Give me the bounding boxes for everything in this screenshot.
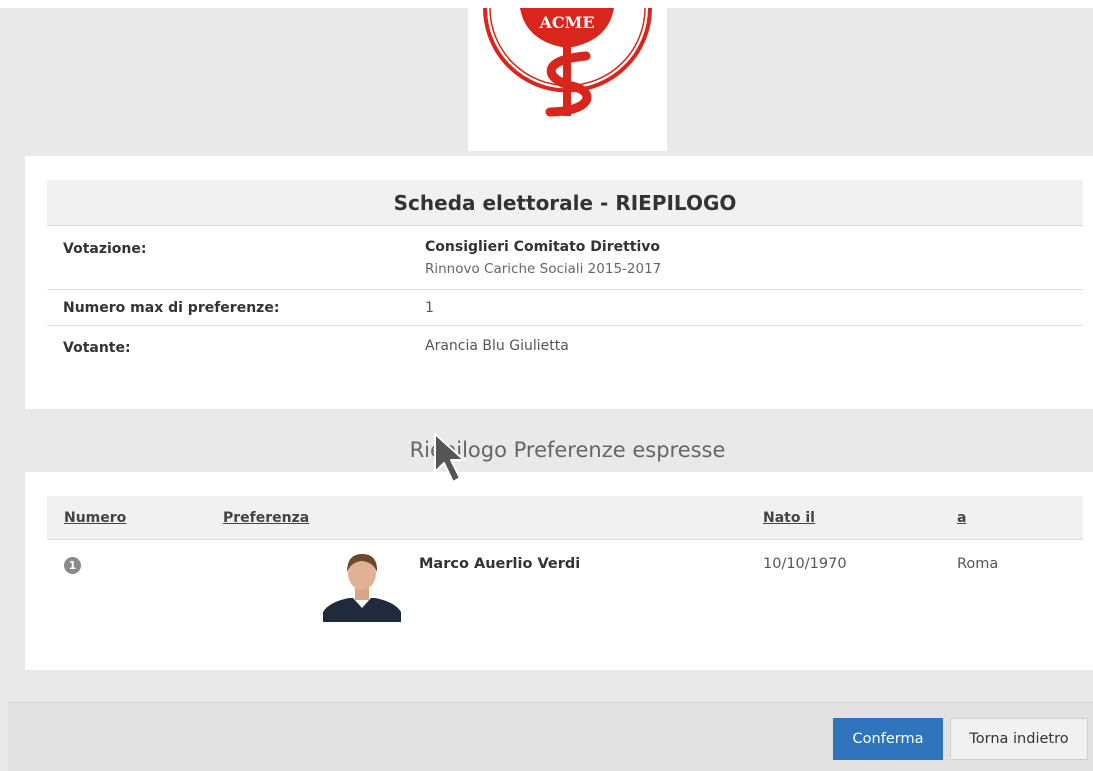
logo: ACME [468, 8, 667, 151]
column-header-nato-il[interactable]: Nato il [763, 510, 815, 526]
summary-value: Arancia Blu Giulietta [425, 338, 569, 354]
summary-row-votazione: Votazione: Consiglieri Comitato Direttiv… [47, 226, 1083, 290]
candidate-birth-date: 10/10/1970 [763, 556, 847, 572]
summary-label: Votazione: [63, 241, 147, 257]
summary-card: Scheda elettorale - RIEPILOGO Votazione:… [25, 156, 1093, 409]
column-header-preferenza[interactable]: Preferenza [223, 510, 309, 526]
preferences-heading: Riepilogo Preferenze espresse [409, 438, 726, 462]
votazione-subtitle: Rinnovo Cariche Sociali 2015-2017 [425, 261, 662, 277]
preferences-card: Numero Preferenza Nato il a 1 Marco Auer… [25, 472, 1093, 670]
back-button[interactable]: Torna indietro [950, 718, 1088, 760]
column-header-a[interactable]: a [957, 510, 966, 526]
summary-row-max-preferenze: Numero max di preferenze: 1 [47, 290, 1083, 326]
candidate-birth-place: Roma [957, 556, 999, 572]
summary-label: Votante: [63, 340, 131, 356]
summary-row-votante: Votante: Arancia Blu Giulietta [47, 326, 1083, 366]
summary-value: 1 [425, 300, 434, 316]
votazione-title: Consiglieri Comitato Direttivo [425, 239, 661, 255]
summary-title: Scheda elettorale - RIEPILOGO [47, 180, 1083, 226]
table-row: 1 Marco Auerlio Verdi 10/10/1970 Roma [47, 540, 1083, 630]
confirm-button[interactable]: Conferma [833, 718, 943, 760]
acme-logo-icon: ACME [483, 8, 652, 117]
logo-text: ACME [538, 13, 594, 32]
column-header-numero[interactable]: Numero [64, 510, 126, 526]
number-badge: 1 [64, 557, 81, 574]
preferences-table-header: Numero Preferenza Nato il a [47, 496, 1083, 540]
summary-label: Numero max di preferenze: [63, 300, 280, 316]
mouse-cursor-icon [434, 433, 465, 483]
summary-value: Consiglieri Comitato Direttivo Rinnovo C… [425, 239, 661, 277]
candidate-photo [323, 548, 401, 622]
page-top-strip [0, 0, 1093, 8]
candidate-name: Marco Auerlio Verdi [419, 556, 581, 572]
